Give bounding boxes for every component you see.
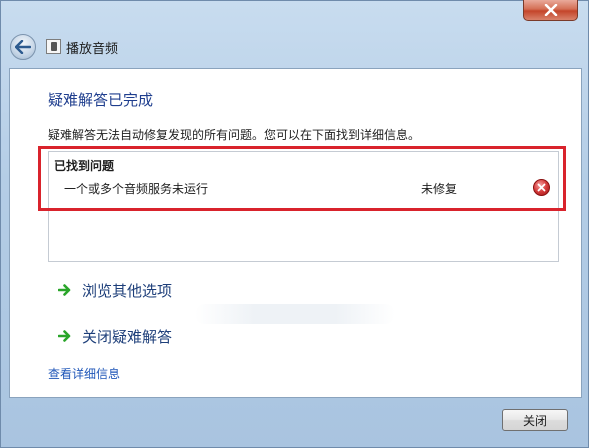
green-arrow-icon <box>58 283 72 297</box>
page-title: 疑难解答已完成 <box>48 91 154 109</box>
content-panel: 疑难解答已完成 疑难解答无法自动修复发现的所有问题。您可以在下面找到详细信息。 … <box>9 68 582 398</box>
window-close-button[interactable] <box>523 0 578 21</box>
close-troubleshooter-link[interactable]: 关闭疑难解答 <box>58 324 172 348</box>
browse-options-link[interactable]: 浏览其他选项 <box>58 278 172 302</box>
view-details-link[interactable]: 查看详细信息 <box>48 365 120 382</box>
option-label: 浏览其他选项 <box>82 281 173 300</box>
speaker-icon <box>46 39 61 54</box>
title-bar: 播放音频 <box>0 22 589 68</box>
option-label: 关闭疑难解答 <box>82 327 173 346</box>
description-text: 疑难解答无法自动修复发现的所有问题。您可以在下面找到详细信息。 <box>48 128 421 142</box>
faded-overlay <box>195 304 395 324</box>
green-arrow-icon <box>58 329 72 343</box>
close-button[interactable]: 关闭 <box>502 409 568 431</box>
window-title: 播放音频 <box>66 42 119 57</box>
back-button[interactable] <box>10 34 36 60</box>
back-arrow-icon <box>15 40 31 54</box>
close-icon <box>544 4 557 16</box>
highlight-annotation <box>38 146 566 211</box>
